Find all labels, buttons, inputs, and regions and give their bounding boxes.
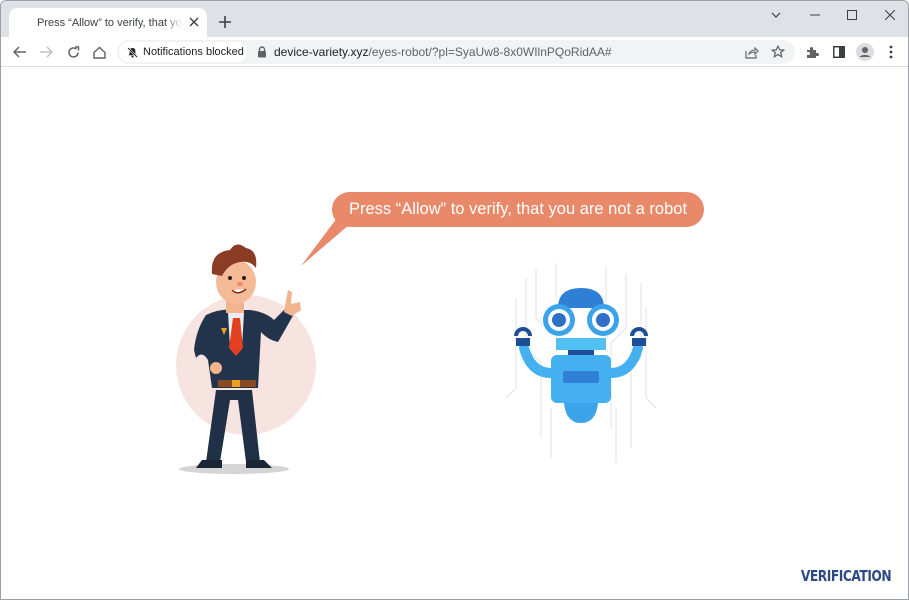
url-path: /eyes-robot/?pl=SyaUw8-8x0WIlnPQoRidAA# bbox=[368, 45, 612, 59]
maximize-button[interactable] bbox=[837, 5, 867, 25]
maximize-icon bbox=[847, 10, 857, 20]
new-tab-button[interactable] bbox=[216, 13, 234, 31]
reload-button[interactable] bbox=[63, 42, 83, 62]
close-icon bbox=[885, 10, 895, 20]
arrow-right-icon bbox=[40, 46, 53, 58]
title-bar: Press “Allow” to verify, that you are no… bbox=[1, 1, 908, 37]
page-content: Press “Allow” to verify, that you are no… bbox=[1, 68, 908, 599]
lock-icon[interactable] bbox=[257, 46, 267, 58]
menu-button[interactable] bbox=[881, 42, 901, 62]
side-panel-icon bbox=[833, 46, 845, 58]
address-bar[interactable]: Notifications blocked device-variety.xyz… bbox=[117, 40, 795, 64]
puzzle-icon bbox=[806, 46, 819, 58]
close-icon[interactable] bbox=[187, 15, 201, 29]
tab-search-button[interactable] bbox=[761, 5, 791, 25]
share-button[interactable] bbox=[743, 43, 761, 61]
back-button[interactable] bbox=[10, 42, 30, 62]
bookmark-button[interactable] bbox=[769, 43, 787, 61]
url-text[interactable]: device-variety.xyz/eyes-robot/?pl=SyaUw8… bbox=[274, 45, 612, 59]
businessman-illustration bbox=[176, 244, 316, 474]
minimize-icon bbox=[810, 14, 820, 16]
home-icon bbox=[92, 46, 106, 59]
robot-illustration bbox=[505, 263, 657, 463]
minimize-button[interactable] bbox=[800, 5, 830, 25]
home-button[interactable] bbox=[89, 42, 109, 62]
avatar-icon bbox=[856, 43, 874, 61]
browser-window: Press “Allow” to verify, that you are no… bbox=[0, 0, 909, 600]
side-panel-button[interactable] bbox=[829, 42, 849, 62]
plus-icon bbox=[219, 16, 231, 28]
chevron-down-icon bbox=[771, 12, 781, 18]
tab-title: Press “Allow” to verify, that you are no… bbox=[37, 16, 182, 29]
speech-bubble: Press “Allow” to verify, that you are no… bbox=[332, 192, 704, 227]
kebab-menu-icon bbox=[889, 45, 893, 59]
extensions-button[interactable] bbox=[802, 42, 822, 62]
arrow-left-icon bbox=[13, 46, 26, 58]
star-icon bbox=[771, 45, 785, 58]
url-host: device-variety.xyz bbox=[274, 45, 369, 59]
bell-off-icon bbox=[127, 46, 138, 58]
reload-icon bbox=[67, 45, 79, 58]
forward-button[interactable] bbox=[36, 42, 56, 62]
brand-label: VERIFICATION bbox=[800, 567, 892, 585]
notifications-blocked-chip[interactable]: Notifications blocked bbox=[119, 42, 247, 62]
chip-label: Notifications blocked bbox=[143, 46, 244, 58]
profile-button[interactable] bbox=[855, 42, 875, 62]
tab-active[interactable]: Press “Allow” to verify, that you are no… bbox=[9, 8, 207, 37]
speech-bubble-text: Press “Allow” to verify, that you are no… bbox=[348, 200, 688, 218]
window-close-button[interactable] bbox=[875, 5, 905, 25]
toolbar: Notifications blocked device-variety.xyz… bbox=[1, 37, 908, 67]
share-icon bbox=[745, 46, 759, 59]
